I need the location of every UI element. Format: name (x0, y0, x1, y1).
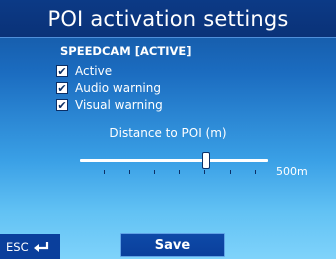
slider-tick (230, 170, 231, 174)
slider-tick (255, 170, 256, 174)
page-title: POI activation settings (47, 6, 289, 31)
distance-value: 500m (276, 165, 308, 178)
option-active-label: Active (75, 64, 113, 78)
slider-tick (129, 170, 130, 174)
save-label: Save (154, 237, 191, 253)
slider-tick (179, 170, 180, 174)
distance-slider-track[interactable] (80, 159, 268, 162)
distance-slider-thumb[interactable] (201, 152, 210, 169)
esc-button[interactable]: ESC (0, 234, 60, 259)
visual-warning-checkbox[interactable]: ✔ (56, 99, 68, 111)
slider-tick (154, 170, 155, 174)
option-audio-warning-label: Audio warning (75, 81, 161, 95)
slider-tick (104, 170, 105, 174)
active-checkbox[interactable]: ✔ (56, 65, 68, 77)
section-title: SPEEDCAM [ACTIVE] (60, 44, 192, 58)
option-active[interactable]: ✔ Active (56, 63, 112, 79)
esc-label: ESC (6, 239, 29, 254)
distance-label: Distance to POI (m) (109, 126, 227, 140)
option-visual-warning-label: Visual warning (75, 98, 163, 112)
audio-warning-checkbox[interactable]: ✔ (56, 82, 68, 94)
poi-settings-screen: POI activation settings SPEEDCAM [ACTIVE… (0, 0, 336, 259)
option-visual-warning[interactable]: ✔ Visual warning (56, 97, 163, 113)
slider-tick (204, 170, 205, 174)
return-arrow-icon (33, 241, 48, 252)
option-audio-warning[interactable]: ✔ Audio warning (56, 80, 161, 96)
slider-ticks (80, 170, 268, 176)
title-bar: POI activation settings (0, 0, 336, 38)
save-button[interactable]: Save (120, 233, 225, 257)
